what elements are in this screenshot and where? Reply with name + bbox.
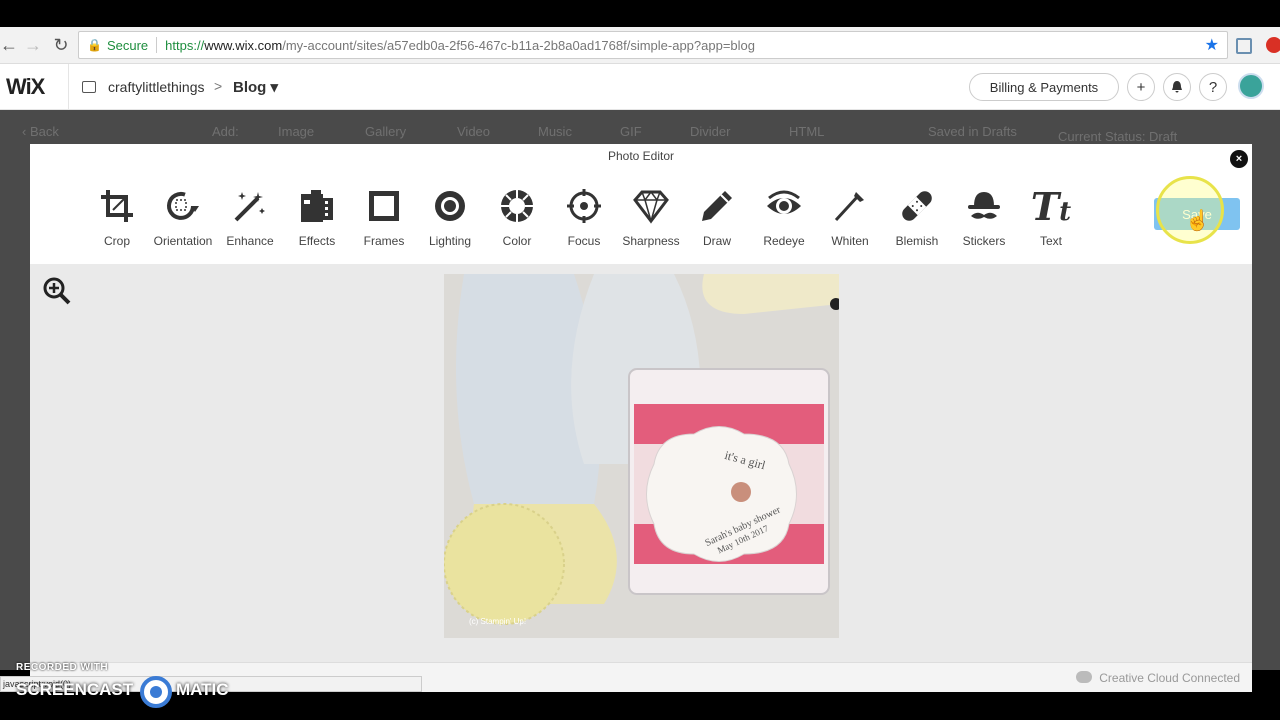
tool-text[interactable]: Tt Text [1016, 183, 1086, 249]
site-icon [82, 81, 96, 93]
tool-blemish[interactable]: Blemish [882, 186, 952, 248]
extension-icon[interactable] [1236, 38, 1252, 54]
tool-label: Orientation [153, 234, 213, 248]
site-name[interactable]: craftylittlethings [108, 79, 204, 95]
back-arrow-icon[interactable]: ← [0, 32, 22, 58]
magic-wand-icon [215, 186, 285, 226]
tool-label: Crop [103, 234, 130, 248]
tool-whiten[interactable]: Whiten [815, 186, 885, 248]
url-host: www.wix.com [204, 37, 283, 53]
billing-button[interactable]: Billing & Payments [969, 73, 1119, 101]
watermark-brand-b: MATIC [176, 680, 229, 699]
divider [68, 64, 69, 110]
browser-toolbar: ← → ↻ 🔒 Secure https:// www.wix.com /my-… [0, 27, 1280, 64]
photo-editor-toolbar: Photo Editor × Crop Orientation Enhance … [30, 144, 1252, 264]
tool-orientation[interactable]: Orientation [148, 186, 218, 248]
section-dropdown[interactable]: Blog ▾ [233, 78, 278, 96]
add-gif: GIF [620, 124, 642, 139]
sun-icon [415, 186, 485, 226]
tool-label: Focus [567, 234, 601, 248]
color-wheel-icon [482, 186, 552, 226]
text-icon: Tt [1030, 183, 1072, 229]
dialog-title: Photo Editor [607, 149, 675, 163]
add-html: HTML [789, 124, 825, 139]
current-status: Current Status: Draft [1058, 129, 1178, 144]
frame-icon [349, 186, 419, 226]
add-gallery: Gallery [365, 124, 407, 139]
eye-icon [749, 186, 819, 226]
creative-cloud-icon [1076, 671, 1092, 683]
tool-label: Text [1039, 234, 1062, 248]
tool-label: Frames [363, 234, 405, 248]
tool-crop[interactable]: Crop [82, 186, 152, 248]
url-scheme: https:// [165, 37, 205, 53]
plus-icon[interactable]: + [1127, 73, 1155, 101]
lock-icon: 🔒 [87, 38, 102, 52]
avatar[interactable] [1238, 73, 1264, 99]
rotate-icon [148, 186, 218, 226]
tool-effects[interactable]: Effects [282, 186, 352, 248]
tool-frames[interactable]: Frames [349, 186, 419, 248]
watermark-recorded: RECORDED WITH [16, 662, 109, 673]
brush-icon [815, 186, 885, 226]
tool-lighting[interactable]: Lighting [415, 186, 485, 248]
tool-enhance[interactable]: Enhance [215, 186, 285, 248]
address-bar[interactable]: 🔒 Secure https:// www.wix.com /my-accoun… [78, 31, 1228, 59]
pencil-icon [682, 186, 752, 226]
breadcrumb-separator: > [214, 78, 223, 94]
close-button[interactable]: × [1230, 150, 1248, 168]
screencast-logo-icon [140, 676, 172, 708]
add-label: Add: [212, 124, 239, 139]
tool-label: Enhance [226, 234, 274, 248]
reload-icon[interactable]: ↻ [48, 32, 74, 58]
divider [156, 37, 158, 53]
secure-label: Secure [106, 37, 149, 53]
wix-header: WiX craftylittlethings > Blog ▾ Billing … [0, 64, 1280, 110]
film-icon [282, 186, 352, 226]
help-button[interactable]: ? [1199, 73, 1227, 101]
screen-top-bar [0, 0, 1280, 27]
tool-label: Redeye [763, 234, 805, 248]
photo-canvas[interactable]: it's a girl Sarah's baby shower May 10th… [444, 274, 839, 638]
background-editor-toolbar: ‹ Back Add: Image Gallery Video Music GI… [0, 124, 1280, 146]
diamond-icon [616, 186, 686, 226]
forward-arrow-icon[interactable]: → [20, 32, 46, 58]
creative-cloud-status: Creative Cloud Connected [1099, 671, 1240, 685]
hat-mustache-icon [949, 186, 1019, 226]
saved-status: Saved in Drafts [928, 124, 1017, 139]
add-divider: Divider [690, 124, 731, 139]
crop-icon [82, 186, 152, 226]
extension-icon[interactable] [1266, 37, 1280, 53]
add-image: Image [278, 124, 315, 139]
tool-label: Draw [702, 234, 731, 248]
tool-label: Blemish [895, 234, 939, 248]
tool-label: Sharpness [622, 234, 680, 248]
tool-label: Whiten [831, 234, 869, 248]
tool-label: Lighting [428, 234, 472, 248]
tool-redeye[interactable]: Redeye [749, 186, 819, 248]
tool-sharpness[interactable]: Sharpness [616, 186, 686, 248]
hand-cursor-icon: ☝ [1185, 210, 1210, 232]
tool-label: Color [502, 234, 532, 248]
tool-color[interactable]: Color [482, 186, 552, 248]
tool-stickers[interactable]: Stickers [949, 186, 1019, 248]
bandage-icon [882, 186, 952, 226]
tool-draw[interactable]: Draw [682, 186, 752, 248]
tool-focus[interactable]: Focus [549, 186, 619, 248]
tool-label: Stickers [962, 234, 1006, 248]
zoom-in-icon[interactable] [42, 276, 72, 311]
add-music: Music [538, 124, 572, 139]
back-link: ‹ Back [22, 124, 59, 139]
add-video: Video [457, 124, 491, 139]
bookmark-star-icon[interactable]: ★ [1205, 35, 1219, 55]
watermark-brand-a: SCREENCAST [16, 680, 134, 699]
photo-watermark: (c) Stampin' Up! [469, 617, 526, 626]
crosshair-icon [549, 186, 619, 226]
photo-editor-dialog: Photo Editor × Crop Orientation Enhance … [30, 144, 1252, 692]
tool-label: Effects [298, 234, 336, 248]
bell-icon[interactable] [1163, 73, 1191, 101]
wix-logo[interactable]: WiX [6, 74, 45, 100]
url-path: /my-account/sites/a57edb0a-2f56-467c-b11… [282, 37, 755, 53]
